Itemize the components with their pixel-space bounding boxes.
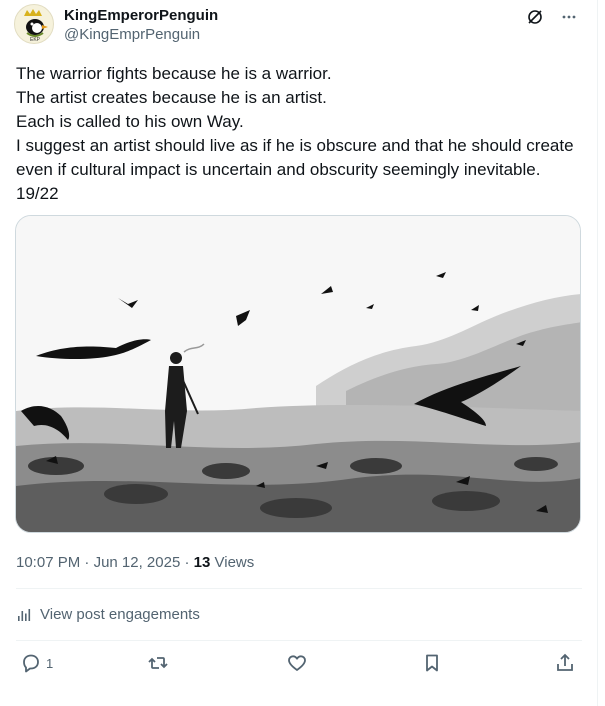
- meta-separator: ·: [84, 554, 90, 571]
- grok-icon[interactable]: [524, 6, 546, 28]
- bookmark-button[interactable]: [421, 652, 443, 674]
- views-count: 13: [193, 554, 211, 571]
- author-display-name[interactable]: KingEmperorPenguin: [64, 6, 218, 25]
- share-button[interactable]: [554, 652, 576, 674]
- reply-count: 1: [46, 655, 54, 671]
- tweet-meta: 10:07 PM · Jun 12, 2025 · 13 Views: [16, 553, 254, 573]
- like-icon: [288, 655, 306, 671]
- top-actions: [524, 6, 580, 28]
- warrior-field-illustration: [16, 216, 580, 532]
- views-label: Views: [214, 554, 255, 571]
- author-handle[interactable]: @KingEmprPenguin: [64, 25, 218, 45]
- tweet-actions: 1: [16, 652, 582, 680]
- reply-button[interactable]: 1: [20, 652, 53, 674]
- avatar[interactable]: EKP: [14, 4, 54, 44]
- tweet-date[interactable]: Jun 12, 2025: [94, 554, 181, 571]
- tweet-time[interactable]: 10:07 PM: [16, 554, 80, 571]
- author-names: KingEmperorPenguin @KingEmprPenguin: [64, 6, 218, 45]
- tweet-header: EKP KingEmperorPenguin @KingEmprPenguin: [14, 4, 584, 46]
- avatar-label: EKP: [30, 37, 41, 43]
- like-button[interactable]: [286, 652, 308, 674]
- reply-icon: [23, 654, 39, 673]
- retweet-icon: [148, 657, 168, 669]
- meta-separator-2: ·: [184, 554, 190, 571]
- bookmark-icon: [426, 654, 438, 672]
- bar-chart-icon: [18, 609, 31, 621]
- tweet-image[interactable]: [15, 215, 581, 533]
- retweet-button[interactable]: [147, 652, 169, 674]
- penguin-avatar-icon: EKP: [24, 9, 48, 43]
- view-engagements-link[interactable]: View post engagements: [16, 605, 200, 625]
- tweet-text: The warrior fights because he is a warri…: [16, 64, 574, 203]
- more-icon[interactable]: [558, 6, 580, 28]
- tweet-detail: EKP KingEmperorPenguin @KingEmprPenguin …: [0, 0, 598, 706]
- view-engagements-label: View post engagements: [40, 606, 200, 623]
- divider: [16, 588, 582, 589]
- share-icon: [557, 653, 573, 671]
- divider: [16, 640, 582, 641]
